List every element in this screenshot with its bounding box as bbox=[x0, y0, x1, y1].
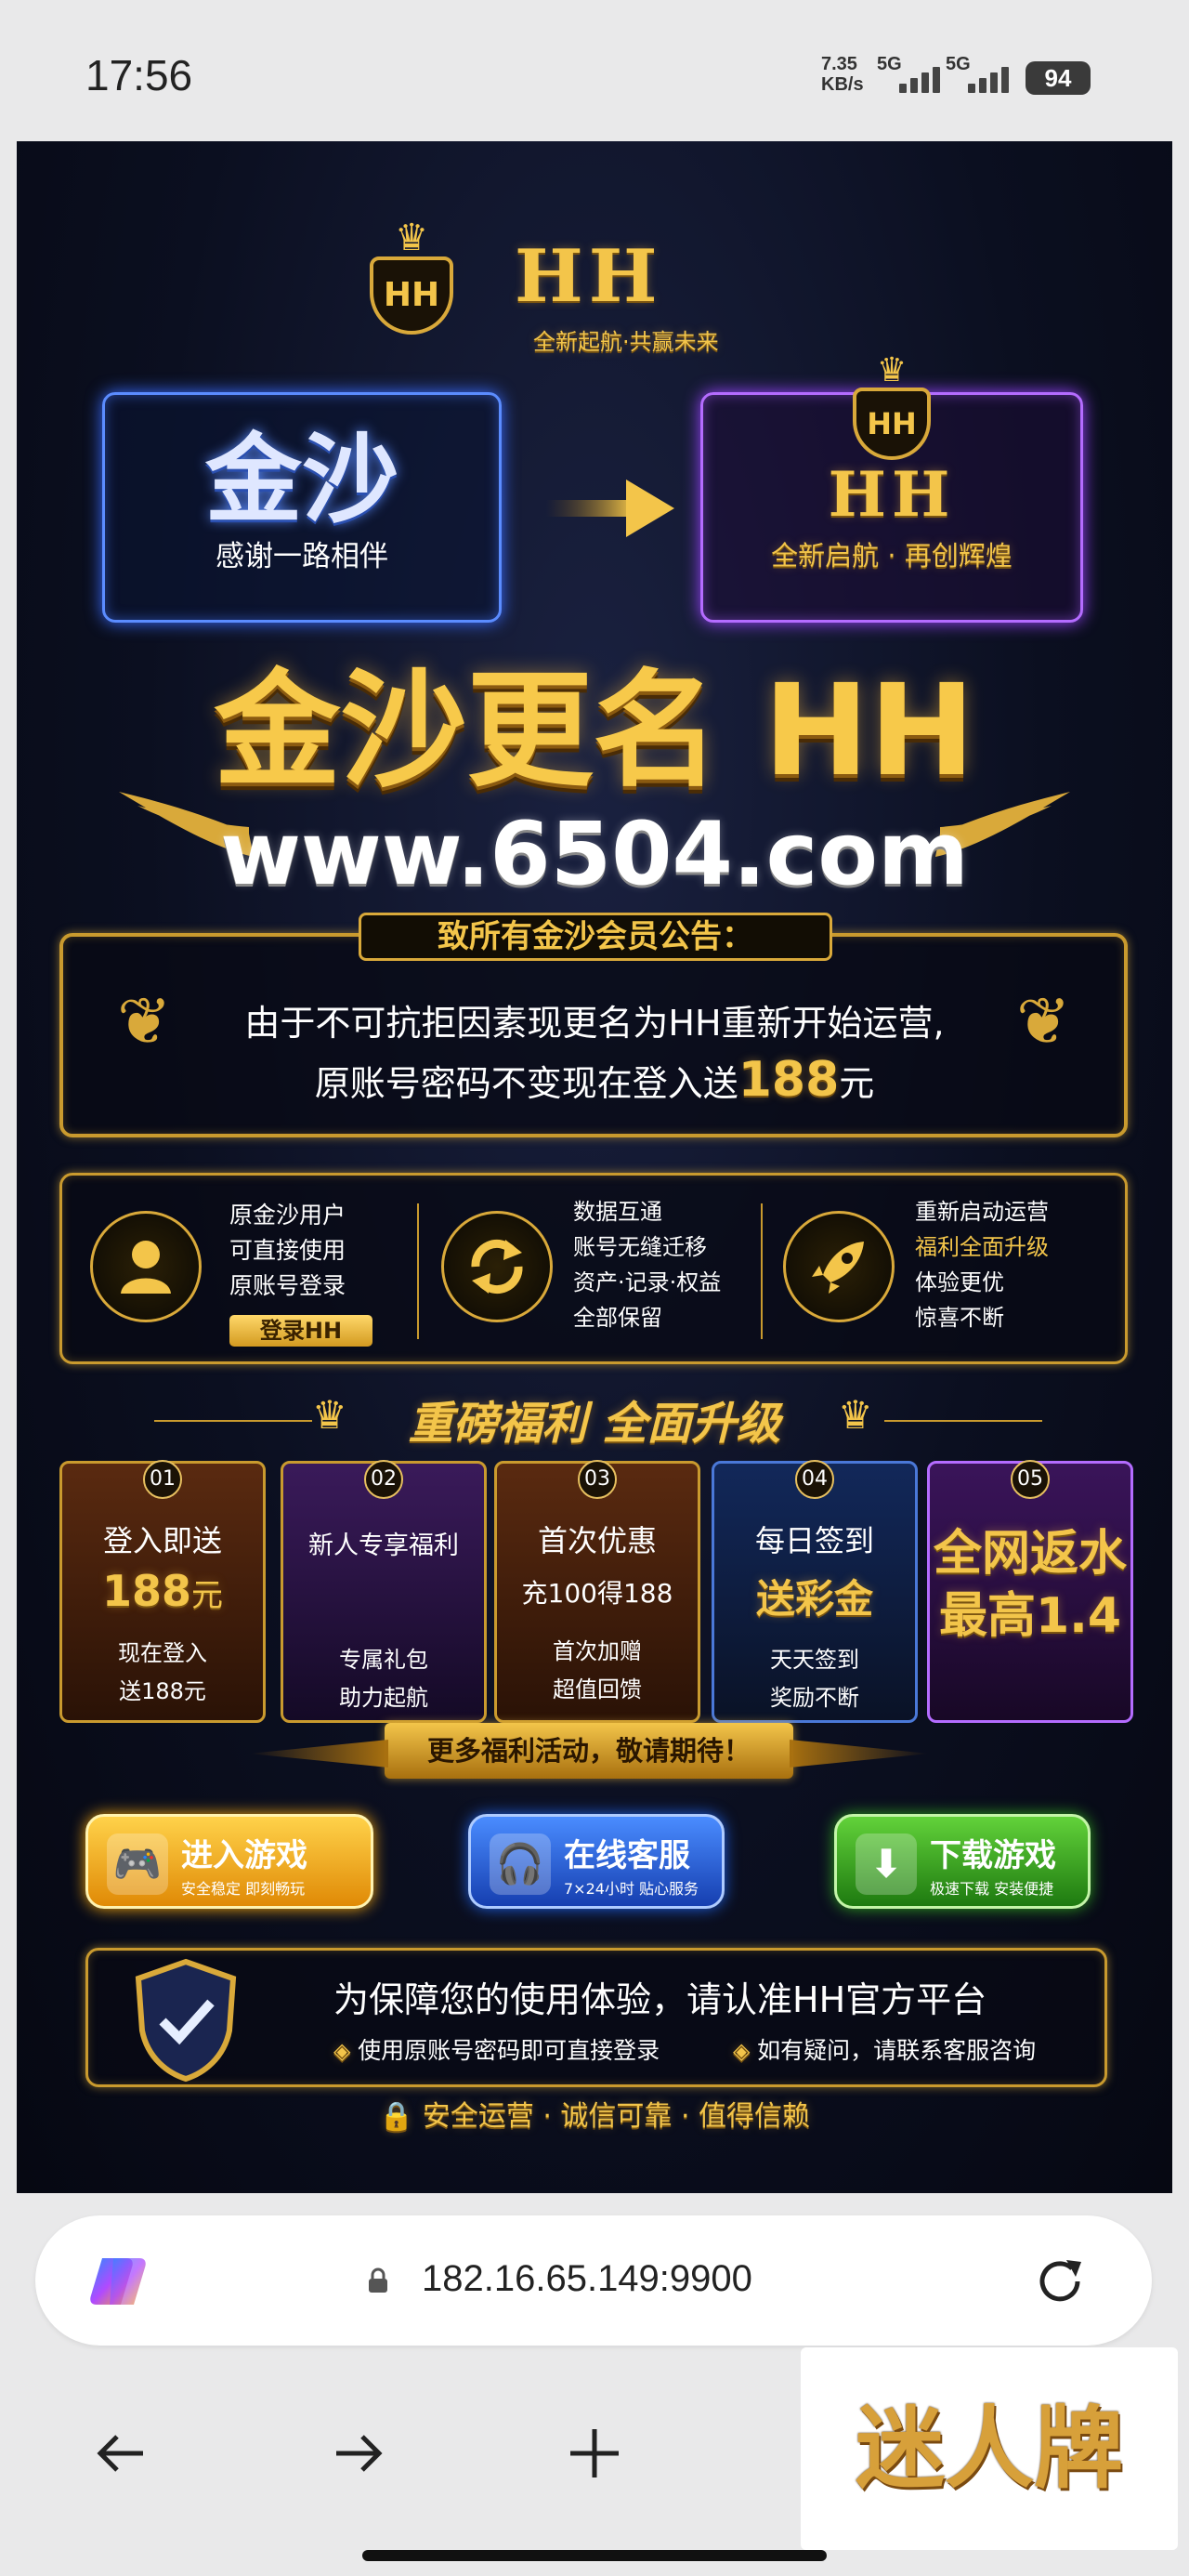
trust-title: 为保障您的使用体验，请认准HH官方平台 bbox=[333, 1979, 987, 2020]
ribbon-right-icon bbox=[790, 1740, 929, 1768]
headline-title: 金沙更名 HH bbox=[214, 658, 975, 805]
feature-relaunch: 重新启动运营 福利全面升级 体验更优 惊喜不断 bbox=[915, 1199, 1049, 1331]
crown-icon: ♛ bbox=[312, 1392, 347, 1438]
divider bbox=[761, 1203, 763, 1339]
headset-icon: 🎧 bbox=[490, 1833, 551, 1895]
clock: 17:56 bbox=[85, 51, 193, 99]
diamond-check-icon: ◈ bbox=[733, 2038, 758, 2064]
download-game-button[interactable]: ⬇ 下载游戏 极速下载 安装便捷 bbox=[834, 1814, 1091, 1909]
customer-service-button[interactable]: 🎧 在线客服 7×24小时 贴心服务 bbox=[468, 1814, 725, 1909]
features-panel: 原金沙用户 可直接使用 原账号登录 登录HH 数据互通 账号无缝迁移 资产·记录… bbox=[59, 1173, 1128, 1364]
crown-icon: ♛ bbox=[838, 1392, 873, 1438]
trust-footer: 🔒 安全运营 · 诚信可靠 · 值得信赖 bbox=[378, 2100, 811, 2133]
lock-icon: 🔒 bbox=[378, 2100, 423, 2133]
notice-panel: 致所有金沙会员公告： 由于不可抗拒因素现更名为HH重新开始运营, 原账号密码不变… bbox=[59, 913, 1128, 1137]
feature-old-user: 原金沙用户 可直接使用 原账号登录 bbox=[229, 1202, 346, 1299]
sync-icon bbox=[441, 1211, 553, 1322]
benefit-card-5[interactable]: 05 全网返水 最高1.4 bbox=[927, 1460, 1133, 1723]
laurel-left-icon: ❦ bbox=[117, 983, 172, 1059]
diamond-check-icon: ◈ bbox=[333, 2038, 359, 2064]
user-icon bbox=[90, 1211, 202, 1322]
rocket-icon bbox=[783, 1211, 895, 1322]
new-name: HH bbox=[828, 458, 956, 531]
ribbon-left-icon bbox=[249, 1740, 388, 1768]
trust-tip-2: ◈ 如有疑问，请联系客服咨询 bbox=[733, 2037, 1037, 2064]
notice-line-2: 原账号密码不变现在登入送188元 bbox=[314, 1052, 875, 1108]
new-tab-icon[interactable] bbox=[557, 2416, 632, 2491]
address-bar[interactable]: 182.16.65.149:9900 bbox=[35, 2215, 1152, 2346]
copilot-icon[interactable] bbox=[85, 2254, 150, 2308]
divider bbox=[154, 1420, 312, 1422]
home-indicator[interactable] bbox=[362, 2550, 827, 2561]
crown-logo-icon: ♛ HH bbox=[360, 219, 463, 340]
old-name-panel: 金沙 感谢一路相伴 bbox=[102, 392, 502, 623]
promo-poster: ♛ HH HH 全新起航·共赢未来 金沙 感谢一路相伴 ♛ HH HH 全新启航… bbox=[17, 141, 1172, 2193]
status-bar: 17:56 7.35 KB/s 5G 5G 94 bbox=[0, 0, 1189, 141]
benefit-card-1[interactable]: 01 登入即送 188元 现在登入 送188元 bbox=[59, 1460, 266, 1723]
watermark-logo: 迷人牌 bbox=[801, 2347, 1178, 2550]
benefit-card-3[interactable]: 03 首次优惠 充100得188 首次加赠 超值回馈 bbox=[494, 1460, 700, 1723]
login-hh-button[interactable]: 登录HH bbox=[229, 1315, 372, 1347]
benefit-card-4[interactable]: 04 每日签到 送彩金 天天签到 奖励不断 bbox=[712, 1460, 918, 1723]
notice-line-1: 由于不可抗拒因素现更名为HH重新开始运营, bbox=[244, 1003, 945, 1044]
arrow-right-icon bbox=[546, 476, 676, 541]
laurel-right-icon: ❦ bbox=[1016, 983, 1071, 1059]
url-text[interactable]: 182.16.65.149:9900 bbox=[422, 2258, 752, 2300]
divider bbox=[417, 1203, 419, 1339]
trust-panel: 为保障您的使用体验，请认准HH官方平台 ◈ 使用原账号密码即可直接登录 ◈ 如有… bbox=[85, 1948, 1107, 2087]
enter-game-button[interactable]: 🎮 进入游戏 安全稳定 即刻畅玩 bbox=[85, 1814, 373, 1909]
benefit-card-2[interactable]: 02 新人专享福利 专属礼包 助力起航 bbox=[281, 1460, 487, 1723]
more-benefits-ribbon: 更多福利活动，敬请期待！ bbox=[385, 1723, 793, 1779]
old-name: 金沙 bbox=[204, 422, 399, 536]
brand-name: HH bbox=[515, 234, 663, 319]
notice-title: 致所有金沙会员公告： bbox=[359, 913, 832, 961]
new-name-panel: ♛ HH HH 全新启航 · 再创辉煌 bbox=[700, 354, 1083, 623]
network-speed: 7.35 KB/s bbox=[821, 54, 864, 95]
crown-badge-icon: ♛ HH bbox=[703, 354, 1080, 460]
lock-icon bbox=[368, 2267, 388, 2293]
brand-tagline: 全新起航·共赢未来 bbox=[533, 329, 719, 355]
signal-icon: 5G bbox=[946, 54, 1011, 97]
download-icon: ⬇ bbox=[856, 1833, 917, 1895]
old-name-sub: 感谢一路相伴 bbox=[216, 540, 388, 573]
signal-icon: 5G bbox=[877, 54, 942, 97]
benefits-title: 重磅福利 全面升级 bbox=[408, 1398, 781, 1450]
feature-data-sync: 数据互通 账号无缝迁移 资产·记录·权益 全部保留 bbox=[573, 1199, 722, 1331]
headline-url[interactable]: www.6504.com bbox=[17, 808, 1172, 901]
reload-icon[interactable] bbox=[1031, 2253, 1089, 2310]
gamepad-icon: 🎮 bbox=[107, 1833, 168, 1895]
forward-icon[interactable] bbox=[321, 2416, 396, 2491]
new-name-sub: 全新启航 · 再创辉煌 bbox=[771, 540, 1013, 572]
trust-tip-1: ◈ 使用原账号密码即可直接登录 bbox=[333, 2037, 660, 2064]
battery-icon: 94 bbox=[1026, 61, 1091, 95]
back-icon[interactable] bbox=[84, 2416, 158, 2491]
shield-check-icon bbox=[125, 1956, 246, 2083]
divider bbox=[884, 1420, 1042, 1422]
